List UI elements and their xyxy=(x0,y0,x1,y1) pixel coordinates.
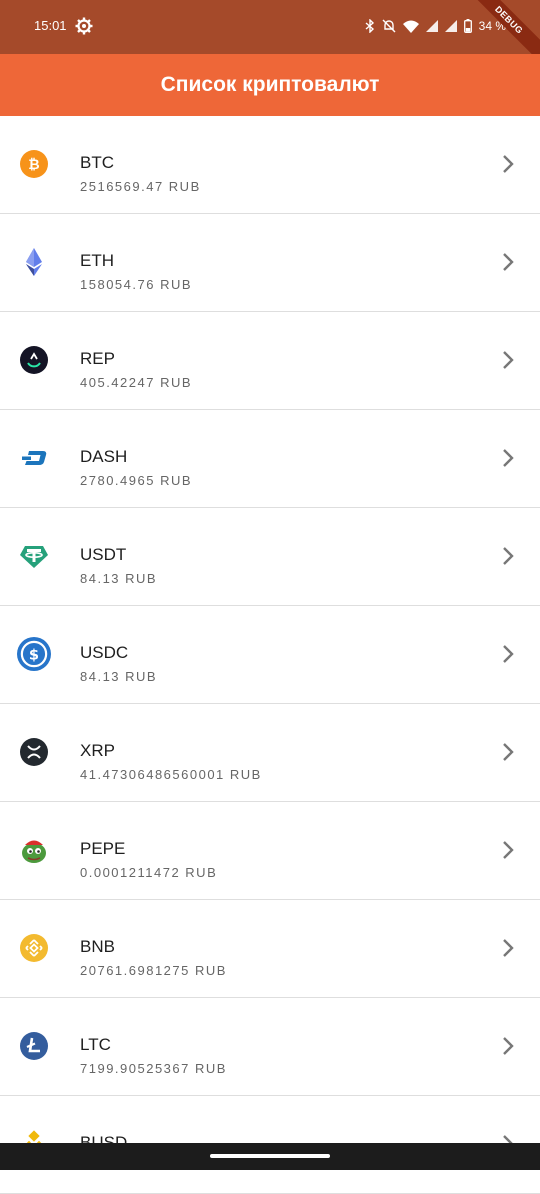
bnb-icon xyxy=(20,934,48,962)
coin-name: LTC xyxy=(80,1035,111,1054)
list-item-ltc[interactable]: LTC 7199.90525367 RUB xyxy=(0,998,540,1096)
coin-name: XRP xyxy=(80,741,115,760)
mute-bell-icon xyxy=(382,19,396,33)
chevron-right-icon xyxy=(503,1037,514,1055)
bluetooth-icon xyxy=(365,19,375,33)
coin-price: 84.13 RUB xyxy=(80,571,158,586)
coin-name: USDT xyxy=(80,545,127,564)
svg-text:₿: ₿ xyxy=(28,157,39,173)
svg-text:$: $ xyxy=(29,646,39,663)
list-item-pepe[interactable]: PEPE 0.0001211472 RUB xyxy=(0,802,540,900)
list-item-btc[interactable]: ₿ BTC 2516569.47 RUB xyxy=(0,116,540,214)
coin-name: REP xyxy=(80,349,115,368)
coin-price: 2516569.47 RUB xyxy=(80,179,201,194)
ethereum-icon xyxy=(26,248,42,276)
xrp-icon xyxy=(20,738,48,766)
chevron-right-icon xyxy=(503,547,514,565)
list-item-dash[interactable]: DASH 2780.4965 RUB xyxy=(0,410,540,508)
coin-name: BTC xyxy=(80,153,114,172)
signal-icon-1 xyxy=(425,20,438,32)
chevron-right-icon xyxy=(503,841,514,859)
pepe-icon xyxy=(22,840,46,863)
chevron-right-icon xyxy=(503,743,514,761)
augur-icon xyxy=(20,346,48,374)
coin-name: USDC xyxy=(80,643,129,662)
coin-price: 158054.76 RUB xyxy=(80,277,193,292)
crypto-list[interactable]: ₿ BTC 2516569.47 RUB ETH 158054.76 RUB R… xyxy=(0,116,540,1194)
navigation-bar xyxy=(0,1143,540,1170)
signal-icon-2 xyxy=(444,20,457,32)
coin-price: 20761.6981275 RUB xyxy=(80,963,227,978)
coin-name: BNB xyxy=(80,937,115,956)
bitcoin-icon: ₿ xyxy=(20,150,48,178)
chevron-right-icon xyxy=(503,253,514,271)
list-item-bnb[interactable]: BNB 20761.6981275 RUB xyxy=(0,900,540,998)
coin-price: 0.0001211472 RUB xyxy=(80,865,218,880)
list-item-xrp[interactable]: XRP 41.47306486560001 RUB xyxy=(0,704,540,802)
status-bar: 15:01 34 % DEBUG xyxy=(0,0,540,65)
coin-name: PEPE xyxy=(80,839,126,858)
tether-icon xyxy=(20,546,48,568)
list-item-usdc[interactable]: $ USDC 84.13 RUB xyxy=(0,606,540,704)
status-time: 15:01 xyxy=(34,18,67,33)
coin-price: 7199.90525367 RUB xyxy=(80,1061,227,1076)
coin-price: 84.13 RUB xyxy=(80,669,158,684)
litecoin-icon xyxy=(20,1032,48,1060)
coin-price: 405.42247 RUB xyxy=(80,375,193,390)
list-item-rep[interactable]: REP 405.42247 RUB xyxy=(0,312,540,410)
coin-name: ETH xyxy=(80,251,114,270)
usdc-icon: $ xyxy=(17,637,51,671)
coin-name: DASH xyxy=(80,447,128,466)
coin-price: 41.47306486560001 RUB xyxy=(80,767,262,782)
chevron-right-icon xyxy=(503,449,514,467)
status-indicators: 34 % xyxy=(365,16,506,36)
page-title: Список криптовалют xyxy=(160,73,380,96)
chevron-right-icon xyxy=(503,155,514,173)
chevron-right-icon xyxy=(503,939,514,957)
app-bar: Список криптовалют xyxy=(0,54,540,116)
dash-icon xyxy=(22,451,47,465)
home-gesture-handle[interactable] xyxy=(210,1154,330,1158)
chevron-right-icon xyxy=(503,645,514,663)
chevron-right-icon xyxy=(503,351,514,369)
list-item-usdt[interactable]: USDT 84.13 RUB xyxy=(0,508,540,606)
wifi-icon xyxy=(402,20,419,33)
coin-price: 2780.4965 RUB xyxy=(80,473,193,488)
list-item-eth[interactable]: ETH 158054.76 RUB xyxy=(0,214,540,312)
settings-gear-icon xyxy=(75,17,93,40)
battery-icon xyxy=(463,19,472,33)
